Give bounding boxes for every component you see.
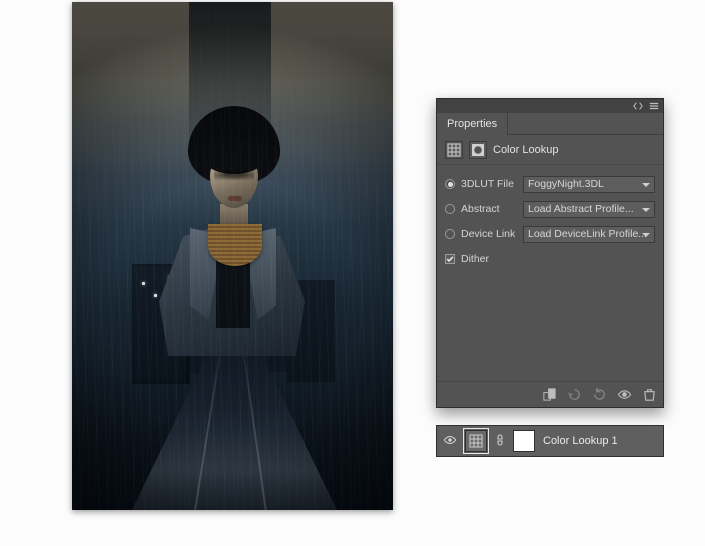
- label-devicelink: Device Link: [461, 228, 523, 240]
- layer-mask-thumb[interactable]: [513, 430, 535, 452]
- row-dither: Dither: [445, 248, 655, 270]
- mask-icon[interactable]: [469, 141, 487, 159]
- label-abstract: Abstract: [461, 203, 523, 215]
- chevron-down-icon: [641, 230, 651, 240]
- panel-menu-icon[interactable]: [649, 101, 659, 111]
- reset-icon[interactable]: [592, 387, 607, 402]
- checkbox-dither[interactable]: [445, 254, 455, 264]
- tab-properties[interactable]: Properties: [437, 113, 508, 135]
- delete-icon[interactable]: [642, 387, 657, 402]
- row-abstract: Abstract Load Abstract Profile...: [445, 198, 655, 220]
- panel-tabs: Properties: [437, 113, 663, 135]
- dropdown-devicelink[interactable]: Load DeviceLink Profile...: [523, 226, 655, 243]
- collapse-arrows-icon[interactable]: [633, 101, 643, 111]
- panel-footer: [437, 381, 663, 407]
- clip-to-layer-icon[interactable]: [542, 387, 557, 402]
- row-devicelink: Device Link Load DeviceLink Profile...: [445, 223, 655, 245]
- dropdown-3dlut[interactable]: FoggyNight.3DL: [523, 176, 655, 193]
- visibility-eye-icon[interactable]: [443, 433, 457, 450]
- layer-thumb-adjustment[interactable]: [465, 430, 487, 452]
- adjustment-type-icon[interactable]: [445, 141, 463, 159]
- layer-name[interactable]: Color Lookup 1: [543, 435, 618, 447]
- dropdown-abstract[interactable]: Load Abstract Profile...: [523, 201, 655, 218]
- radio-devicelink[interactable]: [445, 229, 455, 239]
- layer-row[interactable]: Color Lookup 1: [436, 425, 664, 457]
- label-dither: Dither: [461, 253, 489, 265]
- properties-title: Color Lookup: [493, 144, 558, 156]
- properties-panel: Properties Color Lookup 3DLUT File Foggy…: [436, 98, 664, 408]
- chevron-down-icon: [641, 180, 651, 190]
- canvas-artwork: [72, 2, 393, 510]
- view-previous-state-icon[interactable]: [567, 387, 582, 402]
- chevron-down-icon: [641, 205, 651, 215]
- link-mask-icon[interactable]: [495, 433, 505, 450]
- radio-3dlut[interactable]: [445, 179, 455, 189]
- toggle-visibility-icon[interactable]: [617, 387, 632, 402]
- properties-header: Color Lookup: [437, 135, 663, 165]
- row-3dlut: 3DLUT File FoggyNight.3DL: [445, 173, 655, 195]
- panel-titlebar: [437, 99, 663, 113]
- radio-abstract[interactable]: [445, 204, 455, 214]
- label-3dlut: 3DLUT File: [461, 178, 523, 190]
